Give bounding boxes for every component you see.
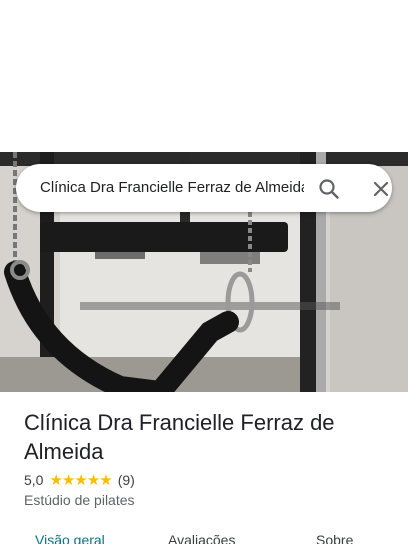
place-tabs: Visão geral Avaliações Sobre [0,526,408,544]
clear-search-button[interactable] [368,176,394,202]
rating-stars: ★ ★ ★ ★ ★ [49,471,112,489]
tab-reviews[interactable]: Avaliações [168,532,235,544]
star-icon: ★ [49,471,62,489]
map-blank-area [0,0,408,152]
tab-overview[interactable]: Visão geral [35,532,105,544]
place-category[interactable]: Estúdio de pilates [24,492,135,508]
close-icon [373,181,389,197]
place-title: Clínica Dra Francielle Ferraz de Almeida [24,410,335,464]
rating-value: 5,0 [24,472,44,488]
search-button[interactable] [316,176,342,202]
star-icon: ★ [86,471,100,489]
star-icon: ★ [99,471,112,489]
review-count-link[interactable]: (9) [118,472,135,488]
tab-about[interactable]: Sobre [316,532,353,544]
search-box[interactable]: Clínica Dra Francielle Ferraz de Almeida [16,164,392,212]
search-icon [319,179,339,199]
search-input[interactable]: Clínica Dra Francielle Ferraz de Almeida [40,164,304,212]
rating-row: 5,0 ★ ★ ★ ★ ★ (9) [24,470,135,490]
star-icon: ★ [61,471,75,489]
star-icon: ★ [74,471,87,489]
